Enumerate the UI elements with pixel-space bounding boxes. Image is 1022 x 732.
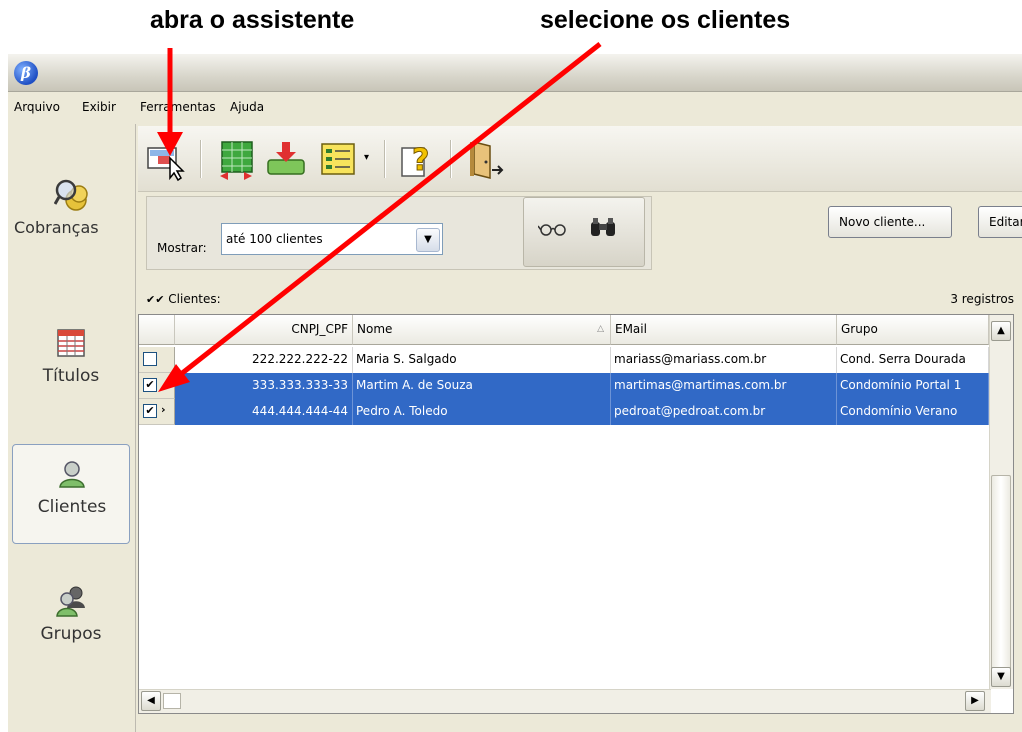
arrow-open-wizard bbox=[157, 48, 183, 156]
annotation-arrows bbox=[157, 42, 602, 392]
arrow-select-clients bbox=[158, 42, 602, 392]
